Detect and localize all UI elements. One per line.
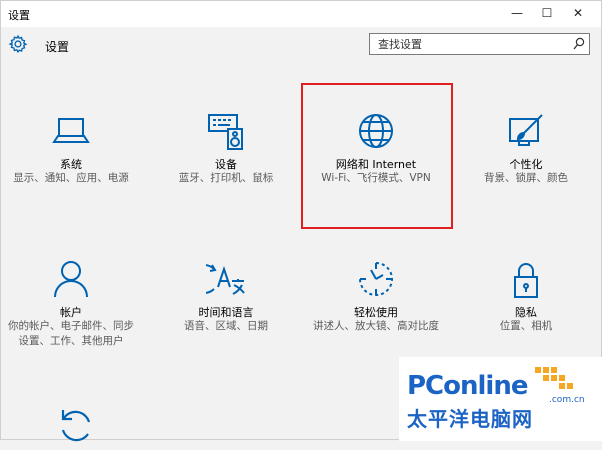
page-title: 设置 [45, 40, 70, 54]
watermark-domain: .com.cn [549, 395, 585, 405]
tile-name: 帐户 [60, 306, 82, 319]
tile-name: 系统 [60, 158, 82, 171]
update-icon [56, 406, 96, 446]
tile-name: 设备 [215, 158, 237, 171]
watermark-dots-icon [535, 367, 573, 389]
settings-header: 设置 [1, 27, 601, 67]
tile-description: 背景、锁屏、颜色 [484, 172, 568, 184]
watermark-brand: PConline [407, 371, 528, 401]
watermark-cn-name: 太平洋电脑网 [407, 407, 533, 431]
tile-name: 时间和语言 [198, 306, 254, 319]
search-input[interactable] [370, 34, 574, 54]
gear-icon [8, 34, 28, 54]
maximize-button[interactable]: ☐ [532, 1, 562, 25]
time-language-icon [189, 259, 246, 299]
ease-of-access-icon [356, 259, 396, 299]
watermark: PConline .com.cn 太平洋电脑网 [399, 357, 602, 441]
title-bar: 设置 — ☐ ✕ [1, 1, 601, 27]
tile-description: 你的帐户、电子邮件、同步设置、工作、其他用户 [8, 320, 134, 347]
devices-icon [206, 111, 246, 151]
tile-description: 位置、相机 [499, 320, 553, 332]
search-box[interactable] [369, 33, 590, 55]
laptop-icon [51, 111, 91, 151]
personalization-icon [506, 111, 546, 151]
person-icon [51, 259, 91, 299]
lock-icon [506, 259, 546, 299]
minimize-button[interactable]: — [502, 1, 532, 25]
tile-name: 个性化 [509, 158, 543, 171]
settings-window: 设置 — ☐ ✕ 设置 系统 显示、通知、应用、电源 [0, 0, 602, 442]
tile-name: 轻松使用 [354, 306, 398, 319]
tile-description: 显示、通知、应用、电源 [13, 172, 129, 184]
tile-description: 讲述人、放大镜、高对比度 [313, 320, 439, 332]
window-title: 设置 [8, 9, 30, 22]
highlight-box [301, 83, 453, 229]
tile-name: 隐私 [515, 306, 537, 319]
close-button[interactable]: ✕ [563, 1, 593, 25]
tile-description: 语音、区域、日期 [184, 320, 268, 332]
tile-description: 蓝牙、打印机、鼠标 [178, 172, 274, 184]
search-icon[interactable] [573, 37, 585, 51]
